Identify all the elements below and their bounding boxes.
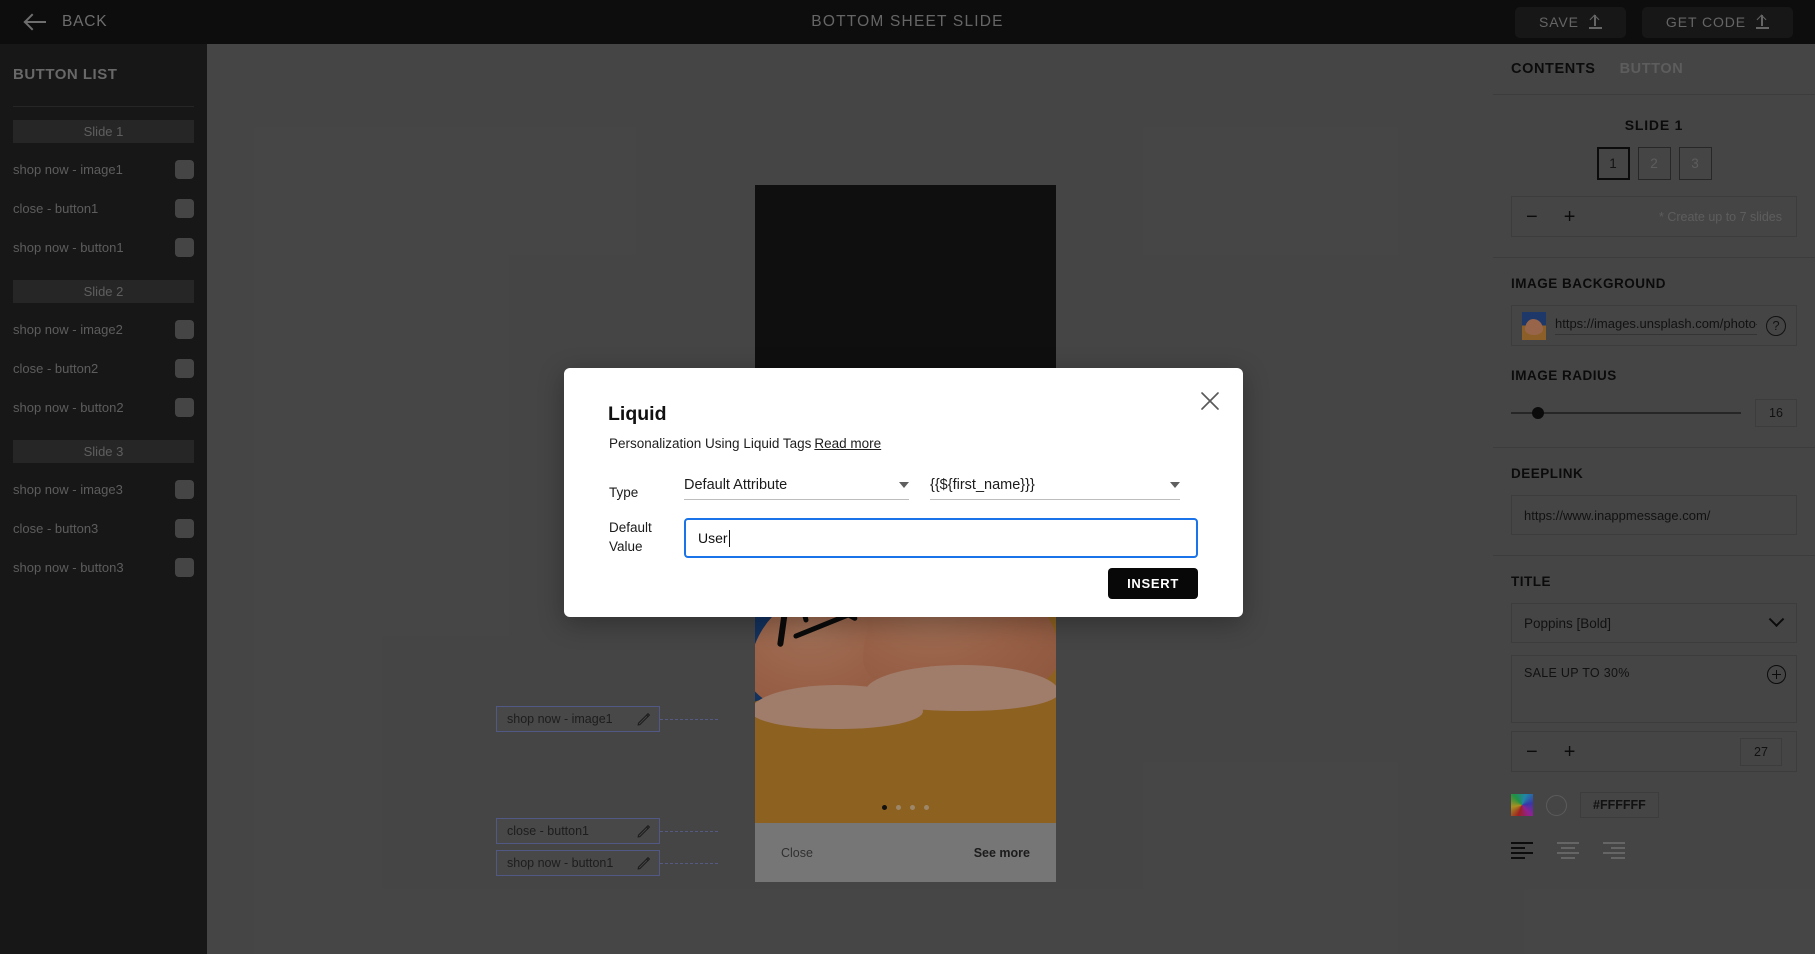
text-cursor [728,529,730,547]
chevron-down-icon [899,482,909,488]
modal-title: Liquid [608,403,667,425]
modal-subtitle: Personalization Using Liquid Tags Read mo… [609,436,881,451]
default-value-label: Default Value [609,518,684,556]
insert-button[interactable]: INSERT [1108,568,1198,599]
default-value-text: User [698,530,728,546]
default-value-label-line2: Value [609,539,643,555]
type-select[interactable]: Default Attribute [684,477,909,500]
attribute-select[interactable]: {{${first_name}}} [930,477,1180,500]
chevron-down-icon [1170,482,1180,488]
app-root: BACK BOTTOM SHEET SLIDE SAVE GET CODE BU… [0,0,1815,954]
attribute-select-value: {{${first_name}}} [930,477,1035,493]
modal-default-value-row: Default Value User [609,518,1198,558]
liquid-modal: Liquid Personalization Using Liquid Tags… [564,368,1243,617]
default-value-label-line1: Default [609,520,652,535]
type-select-value: Default Attribute [684,477,788,493]
modal-subtitle-text: Personalization Using Liquid Tags [609,436,812,451]
close-icon[interactable] [1199,390,1221,412]
default-value-input[interactable]: User [684,518,1198,558]
modal-type-row: Type Default Attribute {{${first_name}}} [609,477,1198,500]
read-more-link[interactable]: Read more [814,436,881,451]
type-label: Type [609,485,639,500]
